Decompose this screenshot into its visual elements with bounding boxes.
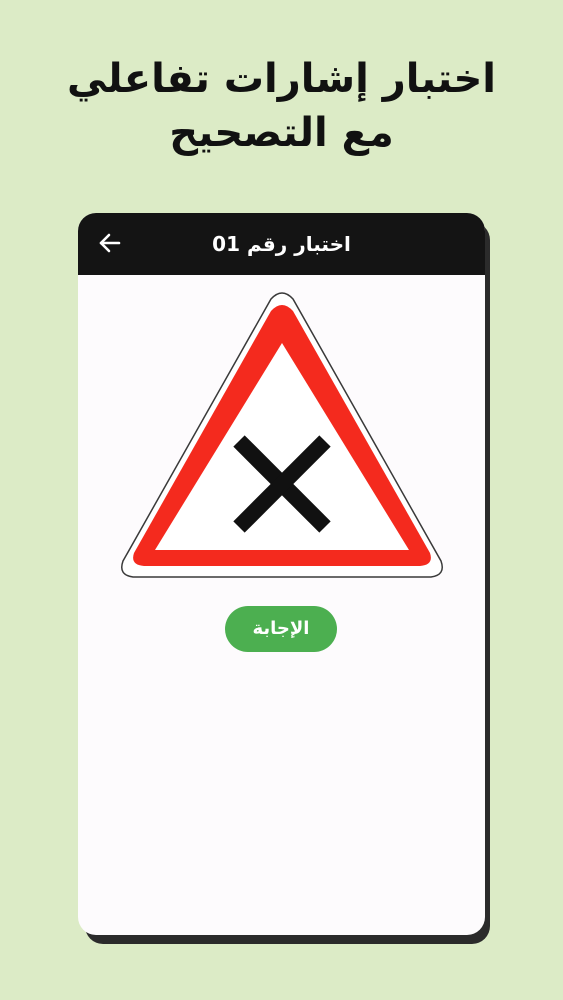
promo-headline-line-2: مع التصحيح — [169, 110, 394, 156]
phone-screen: اختبار رقم 01 الإجابة — [78, 213, 485, 935]
promo-headline-line-1: اختبار إشارات تفاعلي — [66, 56, 497, 102]
answer-button[interactable]: الإجابة — [225, 606, 337, 652]
promo-headline: اختبار إشارات تفاعلي مع التصحيح — [0, 52, 563, 160]
app-bar: اختبار رقم 01 — [78, 213, 485, 275]
intersection-warning-sign-icon — [121, 292, 443, 578]
back-button[interactable] — [96, 229, 124, 257]
screen-title: اختبار رقم 01 — [212, 232, 351, 256]
arrow-left-icon — [99, 233, 121, 253]
